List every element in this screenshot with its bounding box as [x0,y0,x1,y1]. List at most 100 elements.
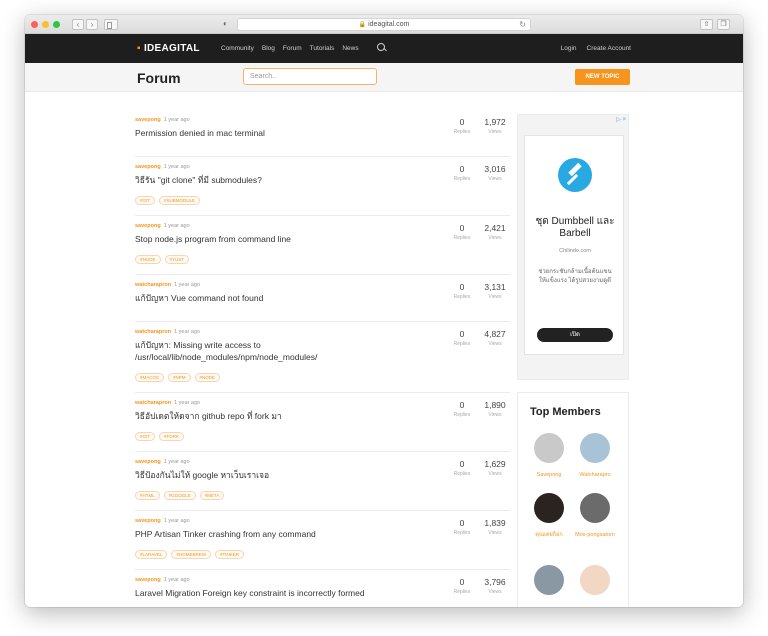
topic-row[interactable]: savepong 1 year ago PHP Artisan Tinker cr… [135,511,510,570]
create-account-link[interactable]: Create Account [587,45,631,52]
topic-row[interactable]: savepong 1 year ago วิธีรัน "git clone" ท… [135,157,510,216]
avatar[interactable] [580,565,610,595]
site-navbar: ▪ IDEAGITAL Community Blog Forum Tutoria… [25,34,743,63]
topic-title[interactable]: Stop node.js program from command line [135,233,425,245]
forward-button[interactable]: › [86,18,98,30]
topic-tag[interactable]: #MACOS [135,373,165,382]
avatar[interactable] [580,493,610,523]
member-name[interactable]: คุณเตยก็อก [524,531,574,539]
topic-meta: savepong 1 year ago [135,518,190,524]
topic-author[interactable]: savepong [135,459,161,465]
member-card[interactable]: คุณเตยก็อก [524,493,574,539]
nav-community[interactable]: Community [221,45,254,52]
search-icon[interactable] [377,43,385,51]
topic-author[interactable]: watcharapron [135,400,171,406]
topic-title[interactable]: แก้ปัญหา: Missing write access to /usr/l… [135,339,425,363]
back-button[interactable]: ‹ [72,18,84,30]
topic-time: 1 year ago [163,459,190,465]
topic-tag[interactable]: #GOOGLE [163,491,196,500]
topic-title[interactable]: Laravel Migration Foreign key constraint… [135,587,425,599]
nav-forum[interactable]: Forum [283,45,302,52]
member-card[interactable]: Savepong [524,433,574,479]
top-members-heading: Top Members [530,406,601,418]
topic-title[interactable]: PHP Artisan Tinker crashing from any com… [135,528,425,540]
topic-row[interactable]: savepong 1 year ago วิธีป้องกันไม่ให้ goo… [135,452,510,511]
member-card[interactable]: Mos-pongsatorn [570,493,620,539]
sidebar-toggle-icon[interactable] [104,18,118,30]
login-link[interactable]: Login [561,45,577,52]
topic-tag[interactable]: #NODE [135,255,161,264]
topic-row[interactable]: watcharapron 1 year ago วิธีอัปเดตให้ดจาก… [135,393,510,452]
topic-row[interactable]: watcharapron 1 year ago แก้ปัญหา: Missing… [135,322,510,393]
address-bar[interactable]: 🔒 ideagital.com ↻ [237,18,531,31]
browser-window: ‹ › ◐ 🔒 ideagital.com ↻ ⇧ ❐ ▪ IDEAGITAL C… [25,15,743,607]
topic-title[interactable]: แก้ปัญหา Vue command not found [135,292,425,304]
member-card[interactable] [524,565,574,603]
topic-tag[interactable]: #NODE [194,373,221,382]
topic-author[interactable]: watcharapron [135,329,171,335]
avatar[interactable] [534,493,564,523]
ad-open-button[interactable]: เปิด [537,328,613,342]
topic-tag[interactable]: #META [199,491,225,500]
minimize-window-button[interactable] [42,20,49,28]
ad-card[interactable]: ชุด Dumbbell และ Barbell Chilindo.com ช่… [524,135,624,355]
member-name[interactable]: Savepong [524,471,574,479]
topic-author[interactable]: savepong [135,223,161,229]
avatar[interactable] [534,433,564,463]
url-text: ideagital.com [368,21,410,28]
privacy-shield-icon[interactable]: ◐ [223,19,232,29]
reply-count: 0 Replies [453,518,471,536]
topic-tag[interactable]: #GIT [135,196,156,205]
topic-title[interactable]: วิธีรัน "git clone" ที่มี submodules? [135,174,425,186]
topic-tag[interactable]: #NPM [168,373,191,382]
ad-body: ช่วยกระชับกล้ามเนื้อต้นแขนให้แข็งแรง ได้… [538,269,612,284]
topic-tags: #LARAVEL #HOMEBREW #TINKER [135,550,248,559]
topic-tag[interactable]: #LARAVEL [135,550,168,559]
member-name[interactable]: Watcharapro [570,471,620,479]
page-title: Forum [137,70,181,86]
topic-tag[interactable]: #TINKER [214,550,244,559]
nav-tutorials[interactable]: Tutorials [310,45,335,52]
zoom-window-button[interactable] [53,20,60,28]
topic-row[interactable]: watcharapron 1 year ago แก้ปัญหา Vue comm… [135,275,510,322]
close-window-button[interactable] [31,20,38,28]
topic-author[interactable]: savepong [135,577,161,583]
reply-count: 0 Replies [453,282,471,300]
nav-news[interactable]: News [342,45,358,52]
topic-author[interactable]: savepong [135,117,161,123]
member-card[interactable]: Watcharapro [570,433,620,479]
tabs-icon[interactable]: ❐ [717,19,730,30]
topic-row[interactable]: savepong 1 year ago Laravel Migration For… [135,570,510,607]
reload-icon[interactable]: ↻ [519,19,526,31]
topic-tag[interactable]: #GIT [135,432,156,441]
new-topic-button[interactable]: NEW TOPIC [575,69,630,85]
avatar[interactable] [534,565,564,595]
topic-row[interactable]: savepong 1 year ago Permission denied in … [135,110,510,157]
topic-row[interactable]: savepong 1 year ago Stop node.js program … [135,216,510,275]
topic-author[interactable]: savepong [135,518,161,524]
topic-tag[interactable]: #SUBMODULE [159,196,201,205]
share-icon[interactable]: ⇧ [700,19,713,30]
avatar[interactable] [580,433,610,463]
topic-author[interactable]: savepong [135,164,161,170]
topic-tag[interactable]: #HTML [135,491,160,500]
view-count: 3,016 Views [484,164,506,182]
topic-time: 1 year ago [174,282,201,288]
member-card[interactable] [570,565,620,603]
site-logo[interactable]: ▪ IDEAGITAL [137,43,200,54]
topic-meta: watcharapron 1 year ago [135,282,200,288]
forum-search-input[interactable]: Search.. [243,68,377,85]
topic-tag[interactable]: #HOMEBREW [171,550,211,559]
view-count: 4,827 Views [484,329,506,347]
topic-tag[interactable]: #FORK [159,432,185,441]
member-name[interactable]: Mos-pongsatorn [570,531,620,539]
ad-close-icon[interactable]: ▷ × [616,116,626,123]
topic-title[interactable]: วิธีอัปเดตให้ดจาก github repo ที่ fork ม… [135,410,425,422]
topic-title[interactable]: Permission denied in mac terminal [135,127,425,139]
topic-meta: savepong 1 year ago [135,577,190,583]
topic-title[interactable]: วิธีป้องกันไม่ให้ google หาเว็บเราเจอ [135,469,425,481]
main-nav: Community Blog Forum Tutorials News [221,45,367,52]
topic-tag[interactable]: #YUST [164,255,190,264]
topic-author[interactable]: watcharapron [135,282,171,288]
nav-blog[interactable]: Blog [262,45,275,52]
